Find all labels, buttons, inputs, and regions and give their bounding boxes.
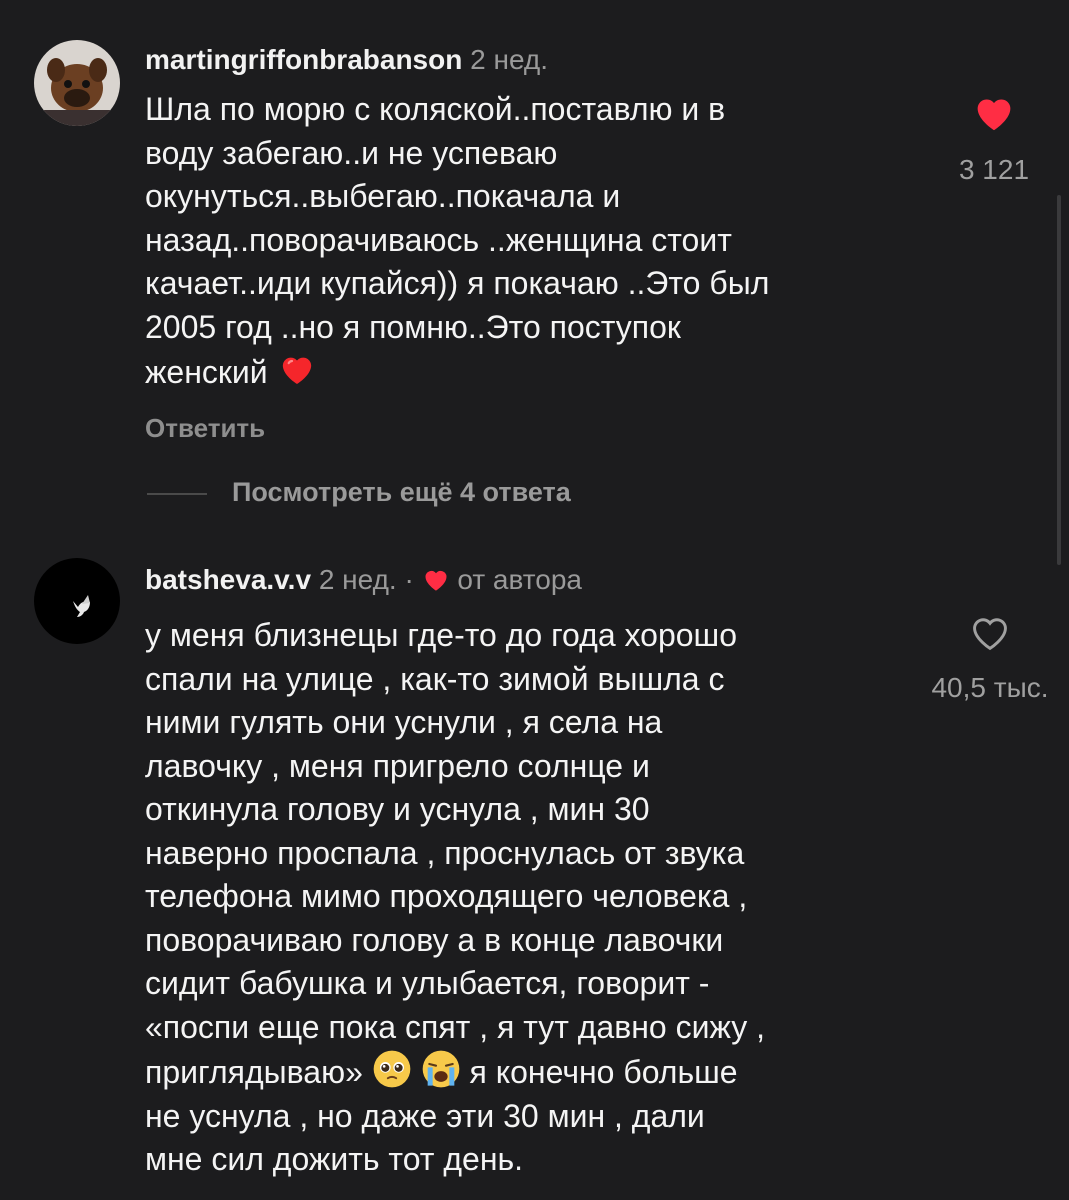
replies-divider-line (147, 493, 207, 495)
comment-meta: batsheva.v.v 2 нед. · от автора (145, 563, 582, 600)
comment-2: batsheva.v.v 2 нед. · от автора у меня б… (0, 540, 1069, 1200)
heart-filled-icon[interactable] (942, 92, 1046, 136)
pleading-face-emoji (372, 1049, 412, 1089)
red-heart-emoji (277, 349, 317, 389)
timestamp: 2 нед. (470, 44, 549, 75)
like-count: 40,5 тыс. (931, 672, 1049, 703)
view-more-replies-button[interactable]: Посмотреть ещё 4 ответа (232, 477, 571, 508)
comment-1: martingriffonbrabanson 2 нед. Шла по мор… (0, 0, 1069, 540)
separator-dot: · (404, 564, 414, 595)
loudly-crying-face-emoji (421, 1049, 461, 1089)
avatar[interactable] (34, 40, 120, 126)
comment-text: Шла по морю с коляской..поставлю и в вод… (145, 91, 770, 390)
username[interactable]: martingriffonbrabanson (145, 44, 462, 75)
like-control: 3 121 (942, 92, 1046, 186)
heart-outline-icon[interactable] (912, 612, 1068, 656)
comment-text: у меня близнецы где-то до года хорошо сп… (145, 617, 765, 1177)
username[interactable]: batsheva.v.v (145, 564, 311, 595)
like-count: 3 121 (958, 154, 1030, 185)
liked-by-author-label: от автора (457, 564, 582, 595)
avatar[interactable] (34, 558, 120, 644)
author-liked-heart-icon (422, 566, 450, 600)
like-control: 40,5 тыс. (912, 612, 1068, 704)
reply-button[interactable]: Ответить (145, 413, 265, 444)
comment-meta: martingriffonbrabanson 2 нед. (145, 43, 548, 77)
timestamp: 2 нед. (318, 564, 397, 595)
scrollbar[interactable] (1057, 195, 1061, 565)
